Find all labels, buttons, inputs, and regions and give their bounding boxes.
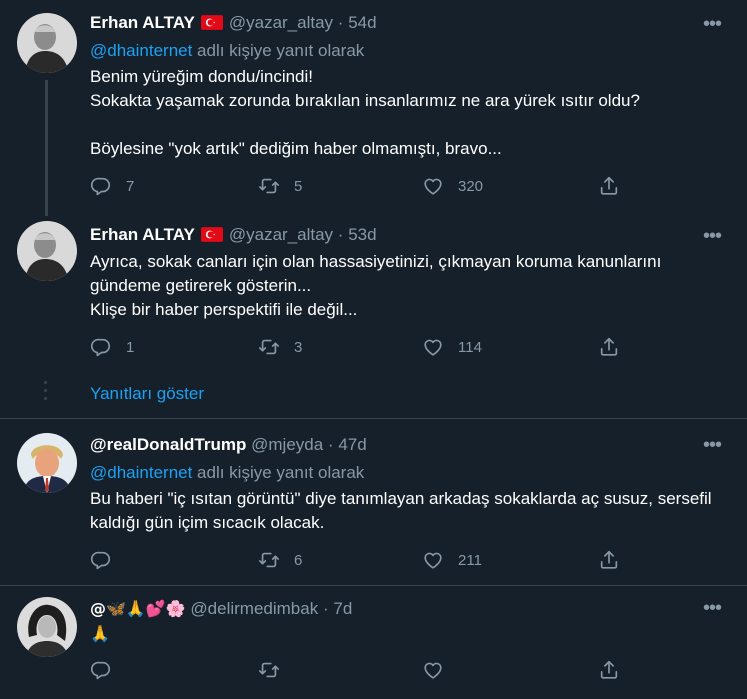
reply-to-text: adlı kişiye yanıt olarak [192,463,365,482]
thread-line [45,80,48,208]
tweet-1[interactable]: Erhan ALTAY @yazar_altay · 54d ••• @dhain… [0,0,747,208]
user-handle[interactable]: @delirmedimbak [190,599,318,618]
reply-button[interactable]: 1 [90,334,134,360]
reply-mention-link[interactable]: @dhainternet [90,41,192,60]
more-options-icon[interactable]: ••• [701,598,723,624]
turkey-flag-icon [201,226,223,248]
separator-dot: · [322,599,329,618]
user-handle[interactable]: @yazar_altay [229,225,333,244]
reply-count: 1 [126,338,135,356]
tweet-text: 🙏 [90,624,110,643]
like-button[interactable]: 320 [422,173,483,199]
reply-icon [90,659,112,681]
tweet-time[interactable]: 54d [348,13,376,32]
reply-button[interactable] [90,657,126,683]
tweet-time[interactable]: 7d [333,599,352,618]
tweet-header: Erhan ALTAY @yazar_altay · 54d [90,12,377,34]
share-icon [598,336,620,358]
share-icon [598,175,620,197]
reply-button[interactable]: 7 [90,173,134,199]
share-button[interactable] [598,547,620,573]
show-replies-link[interactable]: Yanıtları göster [90,383,204,405]
reply-to-line: @dhainternet adlı kişiye yanıt olarak [90,462,364,484]
thread-dots [43,381,48,405]
tweet-actions: 7 5 320 [90,173,630,199]
separator-dot: · [337,13,344,32]
heart-icon [422,336,444,358]
display-name[interactable]: Erhan ALTAY [90,13,195,32]
display-name[interactable]: @🦋🙏💕🌸 [90,599,186,618]
turkey-flag-icon [201,14,223,36]
retweet-icon [258,336,280,358]
tweet-time[interactable]: 47d [338,435,366,454]
retweet-icon [258,175,280,197]
retweet-count: 6 [294,551,303,569]
reply-icon [90,549,112,571]
avatar[interactable] [17,221,77,281]
tweet-text: Bu haberi "iç ısıtan görüntü" diye tanım… [90,489,712,532]
share-button[interactable] [598,657,620,683]
more-options-icon[interactable]: ••• [701,435,723,461]
tweet-header: Erhan ALTAY @yazar_altay · 53d [90,224,377,246]
share-icon [598,549,620,571]
retweet-icon [258,659,280,681]
tweet-4[interactable]: @🦋🙏💕🌸 @delirmedimbak · 7d ••• 🙏 [0,586,747,699]
tweet-actions: 6 211 [90,547,630,573]
user-handle[interactable]: @mjeyda [251,435,323,454]
more-options-icon[interactable]: ••• [701,14,723,40]
reply-mention-link[interactable]: @dhainternet [90,463,192,482]
reply-icon [90,336,112,358]
reply-icon [90,175,112,197]
thread-line [45,208,48,216]
heart-icon [422,549,444,571]
tweet-actions [90,657,630,683]
retweet-button[interactable]: 5 [258,173,302,199]
tweet-actions: 1 3 114 [90,334,630,360]
retweet-button[interactable]: 6 [258,547,302,573]
avatar[interactable] [17,433,77,493]
share-icon [598,659,620,681]
tweet-header: @🦋🙏💕🌸 @delirmedimbak · 7d [90,598,352,620]
share-button[interactable] [598,173,620,199]
avatar[interactable] [17,13,77,73]
retweet-button[interactable] [258,657,294,683]
tweet-2[interactable]: Erhan ALTAY @yazar_altay · 53d ••• Ayrıca… [0,208,747,370]
heart-icon [422,659,444,681]
reply-to-line: @dhainternet adlı kişiye yanıt olarak [90,40,364,62]
display-name[interactable]: Erhan ALTAY [90,225,195,244]
tweet-time[interactable]: 53d [348,225,376,244]
separator-dot: · [327,435,334,454]
reply-button[interactable] [90,547,126,573]
user-handle[interactable]: @yazar_altay [229,13,333,32]
like-button[interactable] [422,657,458,683]
reply-to-text: adlı kişiye yanıt olarak [192,41,365,60]
like-button[interactable]: 114 [422,334,482,360]
reply-count: 7 [126,177,135,195]
tweet-text: Ayrıca, sokak canları için olan hassasiy… [90,252,662,319]
share-button[interactable] [598,334,620,360]
like-button[interactable]: 211 [422,547,482,573]
more-options-icon[interactable]: ••• [701,226,723,252]
like-count: 211 [458,551,482,569]
retweet-icon [258,549,280,571]
heart-icon [422,175,444,197]
retweet-count: 5 [294,177,303,195]
avatar[interactable] [17,597,77,657]
like-count: 114 [458,338,482,356]
separator-dot: · [337,225,344,244]
like-count: 320 [458,177,484,195]
tweet-header: @realDonaldTrump @mjeyda · 47d [90,434,367,456]
retweet-count: 3 [294,338,303,356]
display-name[interactable]: @realDonaldTrump [90,435,246,454]
retweet-button[interactable]: 3 [258,334,302,360]
tweet-3[interactable]: @realDonaldTrump @mjeyda · 47d ••• @dhai… [0,419,747,585]
tweet-text: Benim yüreğim dondu/incindi! Sokakta yaş… [90,67,640,158]
